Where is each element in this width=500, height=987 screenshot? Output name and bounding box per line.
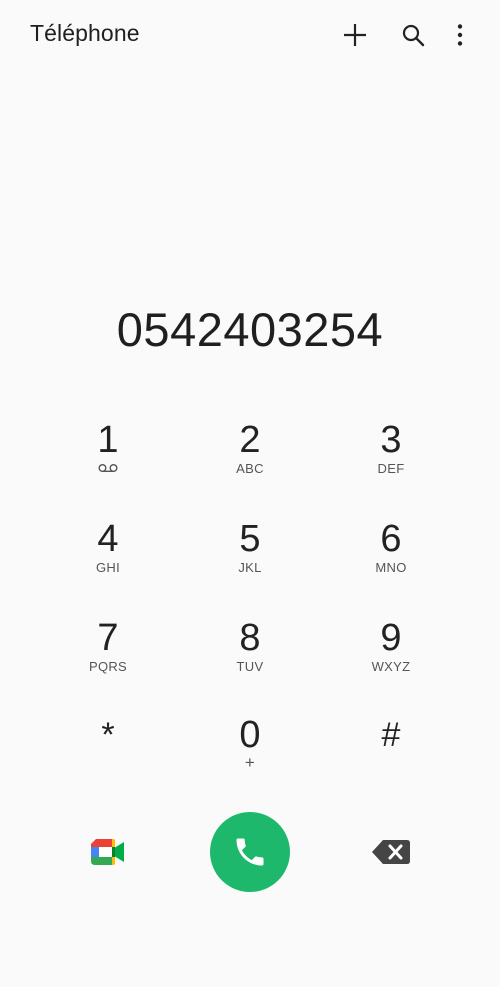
plus-icon bbox=[344, 24, 366, 46]
key-letters: MNO bbox=[375, 560, 407, 575]
key-2[interactable]: 2 ABC bbox=[190, 420, 310, 510]
key-5[interactable]: 5 JKL bbox=[190, 519, 310, 609]
key-8[interactable]: 8 TUV bbox=[190, 618, 310, 708]
key-6[interactable]: 6 MNO bbox=[331, 519, 451, 609]
key-letters: TUV bbox=[236, 659, 264, 674]
key-hash[interactable]: # bbox=[331, 715, 451, 805]
key-letters: GHI bbox=[95, 560, 120, 575]
more-vert-icon bbox=[457, 24, 463, 46]
video-call-button[interactable] bbox=[88, 834, 128, 870]
key-letters: WXYZ bbox=[371, 659, 411, 674]
key-letters: PQRS bbox=[88, 659, 128, 674]
key-digit: 2 bbox=[239, 419, 261, 461]
key-digit: 6 bbox=[380, 518, 402, 560]
key-9[interactable]: 9 WXYZ bbox=[331, 618, 451, 708]
app-title: Téléphone bbox=[30, 20, 140, 46]
key-letters: DEF bbox=[377, 461, 405, 476]
phone-icon bbox=[236, 838, 264, 866]
key-4[interactable]: 4 GHI bbox=[48, 519, 168, 609]
key-7[interactable]: 7 PQRS bbox=[48, 618, 168, 708]
search-button[interactable] bbox=[396, 18, 430, 52]
call-button[interactable] bbox=[210, 812, 290, 892]
key-digit: 8 bbox=[239, 617, 261, 659]
key-digit: # bbox=[381, 716, 401, 754]
search-icon bbox=[402, 24, 425, 47]
key-digit: 9 bbox=[380, 617, 402, 659]
key-1[interactable]: 1 bbox=[48, 420, 168, 510]
key-digit: 5 bbox=[239, 518, 261, 560]
key-digit: * bbox=[101, 716, 115, 754]
key-letters: + bbox=[244, 753, 256, 772]
key-letters: ABC bbox=[236, 461, 264, 476]
backspace-icon bbox=[372, 840, 410, 864]
top-app-bar: Téléphone bbox=[0, 0, 500, 72]
key-0[interactable]: 0 + bbox=[190, 715, 310, 805]
key-digit: 0 bbox=[239, 714, 261, 756]
backspace-button[interactable] bbox=[368, 836, 414, 868]
more-options-button[interactable] bbox=[443, 18, 477, 52]
key-3[interactable]: 3 DEF bbox=[331, 420, 451, 510]
key-digit: 1 bbox=[97, 419, 119, 461]
add-contact-button[interactable] bbox=[338, 18, 372, 52]
key-star[interactable]: * bbox=[48, 715, 168, 805]
google-meet-icon bbox=[91, 839, 124, 865]
key-digit: 4 bbox=[97, 518, 119, 560]
key-letters: JKL bbox=[238, 560, 262, 575]
key-digit: 7 bbox=[97, 617, 119, 659]
key-digit: 3 bbox=[380, 419, 402, 461]
voicemail-icon bbox=[98, 464, 118, 473]
dialed-number[interactable]: 0542403254 bbox=[0, 302, 500, 357]
